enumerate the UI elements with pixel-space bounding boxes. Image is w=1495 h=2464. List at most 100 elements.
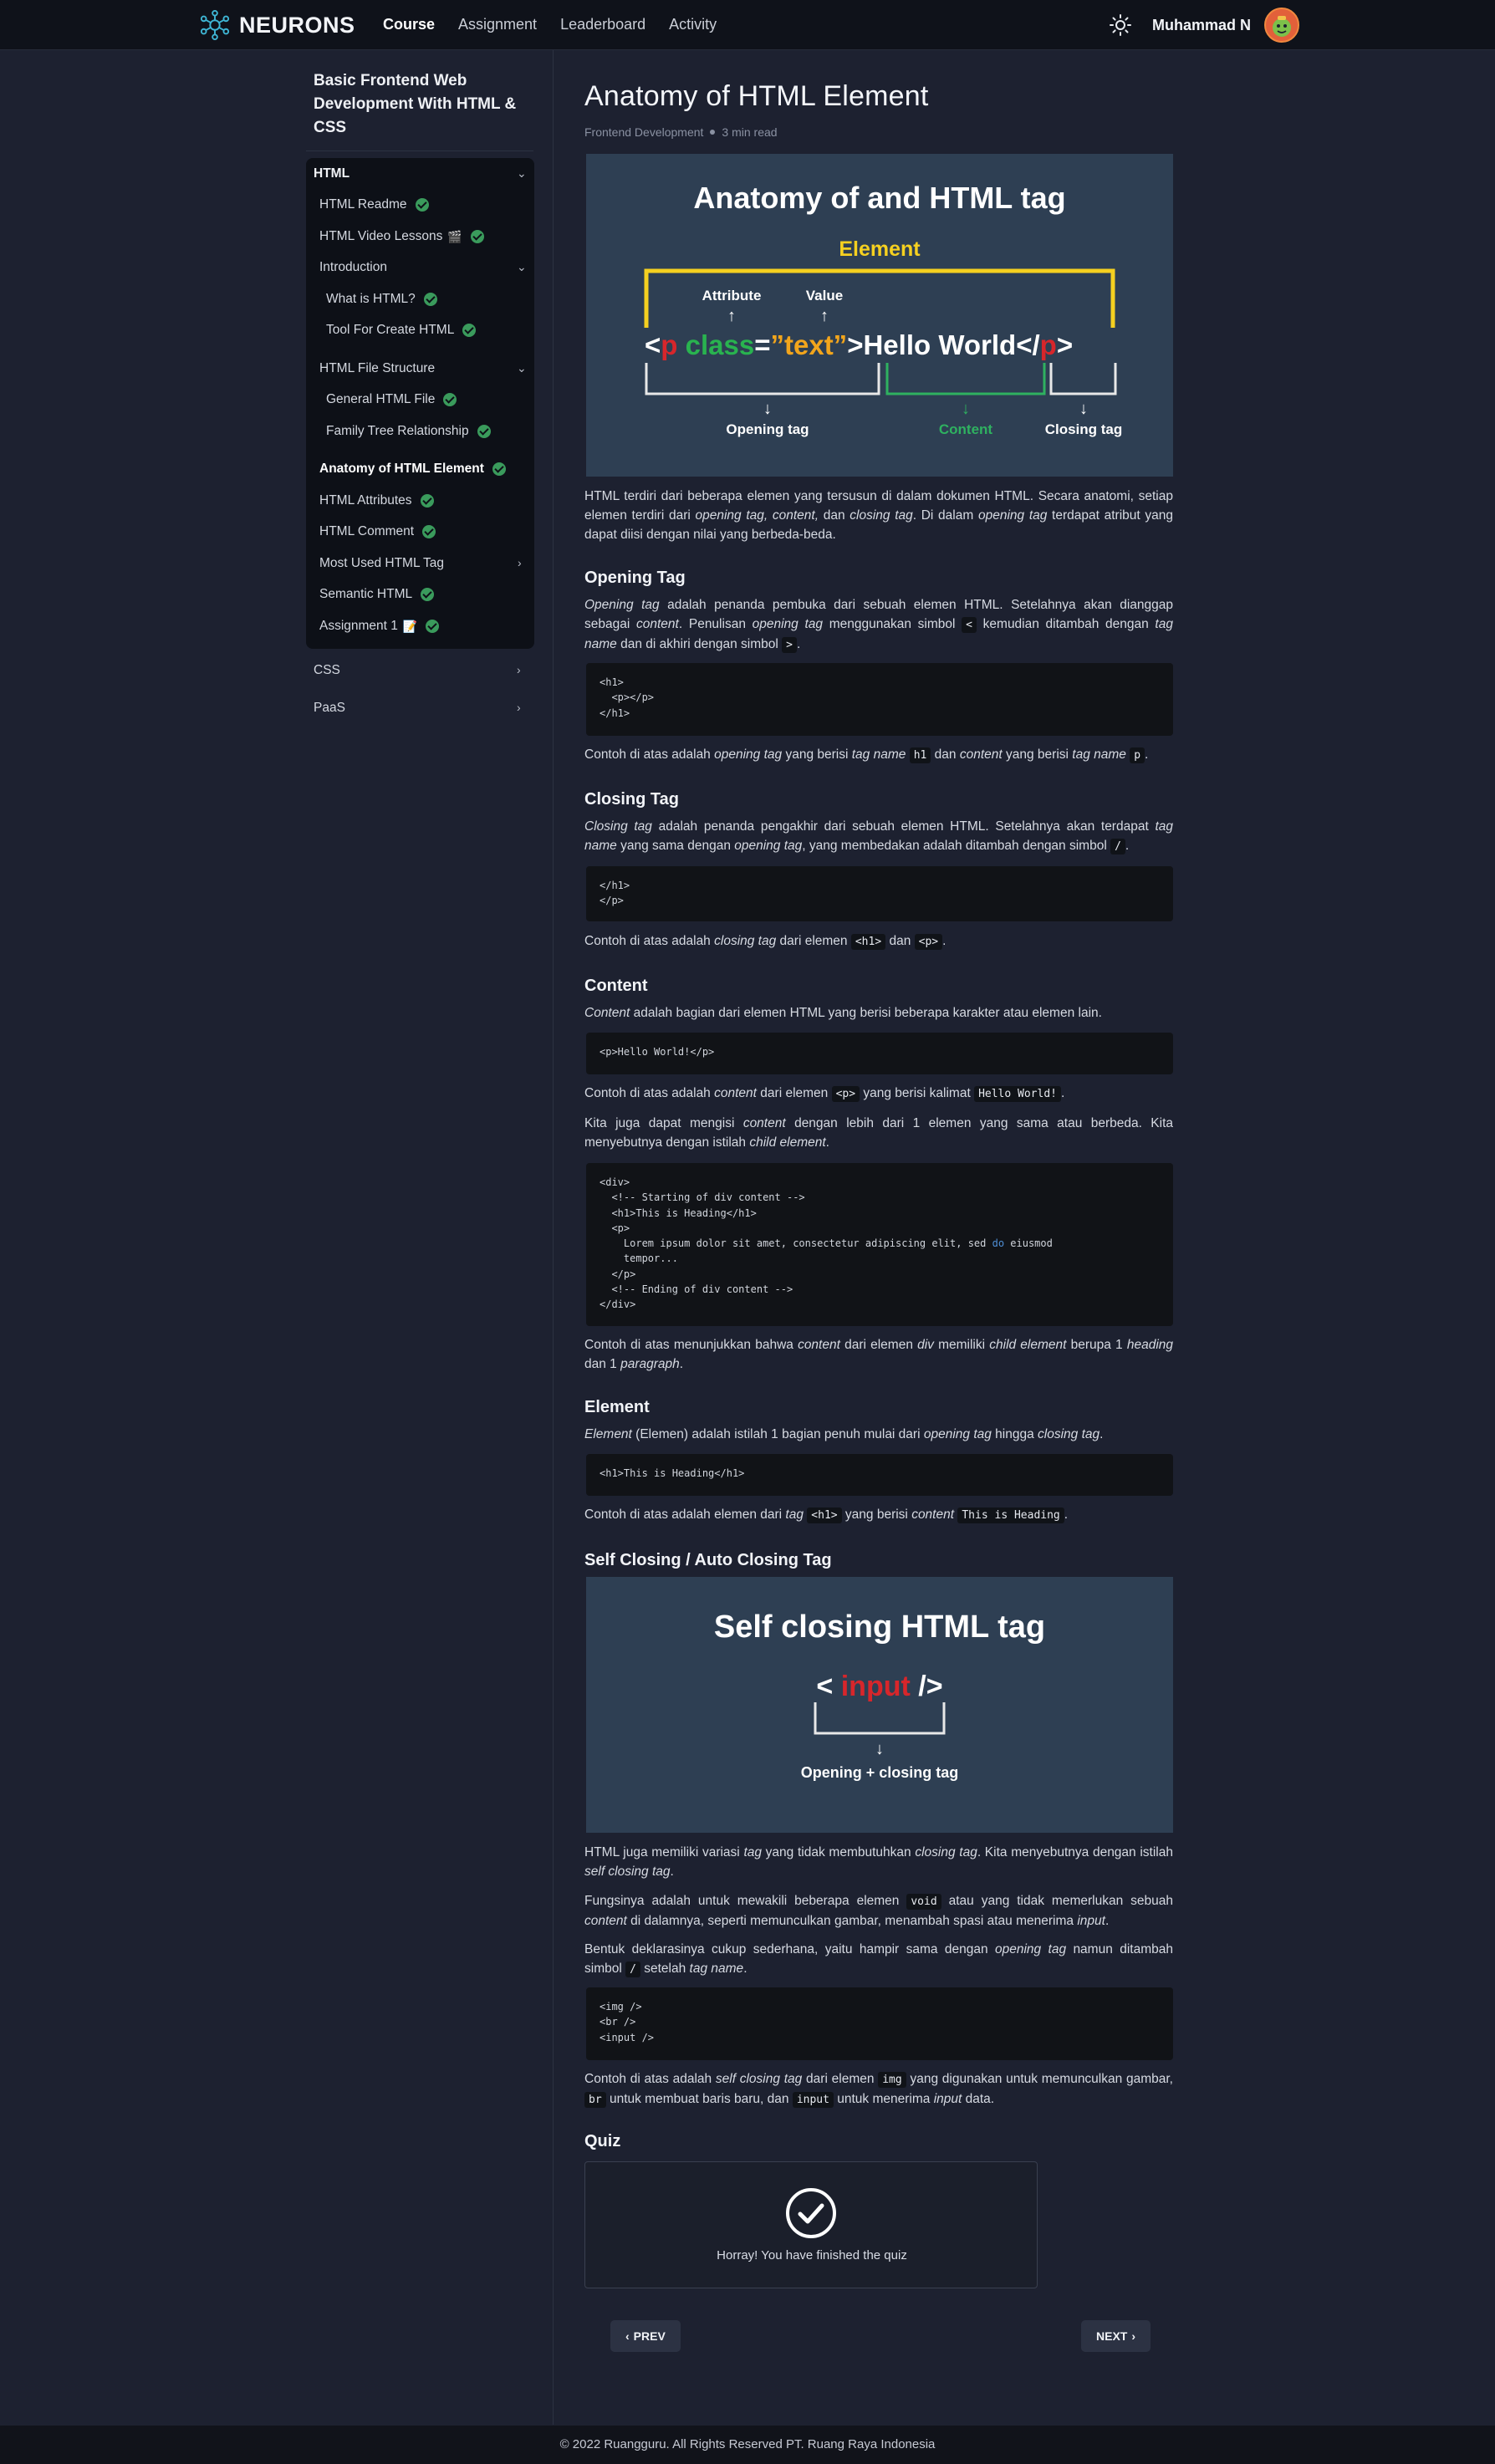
- chevron-left-icon: ‹: [625, 2329, 630, 2343]
- arrow-up-icon: ↑: [727, 307, 736, 325]
- check-icon: [470, 230, 484, 243]
- item-label: HTML Comment: [319, 524, 415, 538]
- chevron-right-icon[interactable]: ›: [517, 663, 521, 676]
- item-label: Assignment 1: [319, 619, 398, 633]
- next-button[interactable]: NEXT ›: [1081, 2320, 1151, 2352]
- page-title: Anatomy of HTML Element: [584, 80, 929, 112]
- opening-label: Opening tag: [726, 421, 809, 437]
- chevron-down-icon[interactable]: ⌄: [517, 361, 527, 375]
- arrow-down-icon: ↓: [1079, 400, 1088, 418]
- avatar-face-icon: [1273, 16, 1291, 37]
- paragraph: Fungsinya adalah untuk mewakili beberapa…: [584, 1894, 1173, 1928]
- category: Frontend Development: [584, 125, 704, 139]
- paragraph: Element (Elemen) adalah istilah 1 bagian…: [584, 1427, 1104, 1441]
- paragraph: Contoh di atas adalah closing tag dari e…: [584, 934, 946, 950]
- avatar[interactable]: [1264, 8, 1299, 43]
- brand[interactable]: NEURONS: [199, 8, 355, 43]
- section-heading: Element: [584, 1398, 650, 1416]
- sidebar-item-video[interactable]: HTML Video Lessons 🎬: [319, 229, 484, 244]
- chevron-down-icon[interactable]: ⌄: [517, 260, 527, 274]
- diagram-title: Anatomy of and HTML tag: [693, 181, 1065, 215]
- paragraph: Contoh di atas adalah self closing tag d…: [584, 2072, 1173, 2108]
- chevron-down-icon[interactable]: ⌄: [517, 166, 527, 181]
- section-heading: Quiz: [584, 2132, 621, 2150]
- paragraph: Contoh di atas adalah content dari eleme…: [584, 1086, 1065, 1102]
- course-sidebar: Basic Frontend Web Development With HTML…: [306, 50, 554, 2425]
- item-label: General HTML File: [326, 392, 436, 406]
- course-title: Basic Frontend Web Development With HTML…: [314, 72, 517, 136]
- attribute-label: Attribute: [702, 288, 762, 304]
- section-header-html[interactable]: HTML: [314, 166, 350, 181]
- anatomy-diagram: Anatomy of and HTML tag Element Attribut…: [586, 154, 1173, 477]
- sidebar-item-file-structure[interactable]: HTML File Structure: [319, 361, 435, 376]
- neurons-logo-icon: [200, 9, 230, 41]
- check-icon: [415, 198, 429, 212]
- check-icon: [477, 425, 491, 438]
- paragraph: Content adalah bagian dari elemen HTML y…: [584, 1006, 1102, 1020]
- sun-icon[interactable]: [1109, 13, 1132, 37]
- next-label: NEXT: [1096, 2329, 1128, 2343]
- clapper-icon: 🎬: [447, 229, 462, 243]
- closing-bracket: [1049, 363, 1117, 395]
- sidebar-item-attributes[interactable]: HTML Attributes: [319, 493, 434, 508]
- prev-label: PREV: [633, 2329, 666, 2343]
- paragraph: Closing tag adalah penanda pengakhir dar…: [584, 819, 1173, 854]
- copyright: © 2022 Ruangguru. All Rights Reserved PT…: [559, 2437, 936, 2451]
- diagram-label: Opening + closing tag: [801, 1764, 959, 1781]
- arrow-down-icon: ↓: [962, 400, 970, 418]
- paragraph: Kita juga dapat mengisi content dengan l…: [584, 1116, 1174, 1150]
- dot-separator: [710, 130, 716, 135]
- nav-leaderboard[interactable]: Leaderboard: [560, 16, 645, 33]
- arrow-up-icon: ↑: [820, 307, 829, 325]
- item-label: HTML File Structure: [319, 361, 436, 375]
- check-icon: [421, 588, 435, 601]
- check-icon: [462, 324, 477, 337]
- arrow-down-icon: ↓: [875, 1740, 884, 1758]
- section-header-paas[interactable]: PaaS: [314, 701, 345, 716]
- sidebar-item-most-used[interactable]: Most Used HTML Tag: [319, 556, 444, 571]
- section-header-css[interactable]: CSS: [314, 663, 340, 678]
- self-closing-diagram-svg: Self closing HTML tag < input /> ↓ Openi…: [714, 1610, 1045, 1781]
- self-closing-code: < input />: [816, 1671, 942, 1702]
- code-block: <p>Hello World!</p>: [586, 1033, 1173, 1074]
- section-heading: Closing Tag: [584, 790, 679, 809]
- paragraph: Bentuk deklarasinya cukup sederhana, yai…: [584, 1942, 1173, 1977]
- code-block: <img /> <br /> <input />: [586, 1987, 1173, 2060]
- prev-button[interactable]: ‹ PREV: [610, 2320, 681, 2352]
- chevron-right-icon: ›: [1131, 2329, 1136, 2343]
- username[interactable]: Muhammad N: [1152, 17, 1251, 34]
- value-label: Value: [806, 288, 843, 304]
- divider: [306, 150, 533, 151]
- sidebar-item-readme[interactable]: HTML Readme: [319, 197, 429, 212]
- sidebar-item-tool[interactable]: Tool For Create HTML: [326, 323, 477, 338]
- item-label: Semantic HTML: [319, 587, 413, 601]
- check-icon: [492, 462, 506, 476]
- code-block: <div> <!-- Starting of div content --> <…: [586, 1163, 1173, 1326]
- sidebar-item-assignment[interactable]: Assignment 1 📝: [319, 619, 440, 634]
- check-icon: [423, 293, 437, 306]
- chevron-right-icon[interactable]: ›: [517, 701, 521, 714]
- check-icon: [443, 393, 457, 406]
- top-navbar: NEURONS Course Assignment Leaderboard Ac…: [0, 0, 1495, 50]
- chevron-right-icon[interactable]: ›: [518, 556, 522, 569]
- sidebar-item-what-is-html[interactable]: What is HTML?: [326, 292, 437, 307]
- footer: © 2022 Ruangguru. All Rights Reserved PT…: [0, 2426, 1495, 2464]
- sidebar-item-comment[interactable]: HTML Comment: [319, 524, 436, 539]
- quiz-card: Horray! You have finished the quiz: [584, 2161, 1038, 2288]
- nav-assignment[interactable]: Assignment: [458, 16, 537, 33]
- nav-activity[interactable]: Activity: [669, 16, 717, 33]
- sidebar-item-family-tree[interactable]: Family Tree Relationship: [326, 424, 491, 439]
- code-block: </h1> </p>: [586, 866, 1173, 921]
- section-heading: Self Closing / Auto Closing Tag: [584, 1551, 832, 1569]
- sidebar-item-general-file[interactable]: General HTML File: [326, 392, 457, 407]
- item-label: HTML Attributes: [319, 493, 412, 508]
- self-closing-diagram: Self closing HTML tag < input /> ↓ Openi…: [586, 1577, 1173, 1833]
- diagram-title: Self closing HTML tag: [714, 1610, 1045, 1645]
- sidebar-item-introduction[interactable]: Introduction: [319, 260, 387, 275]
- sidebar-item-semantic[interactable]: Semantic HTML: [319, 587, 435, 602]
- nav-course[interactable]: Course: [383, 16, 435, 33]
- code-block: <h1> <p></p> </h1>: [586, 663, 1173, 736]
- item-label: Anatomy of HTML Element: [319, 462, 484, 476]
- sidebar-item-anatomy[interactable]: Anatomy of HTML Element: [319, 462, 506, 477]
- item-label: Tool For Create HTML: [326, 323, 455, 337]
